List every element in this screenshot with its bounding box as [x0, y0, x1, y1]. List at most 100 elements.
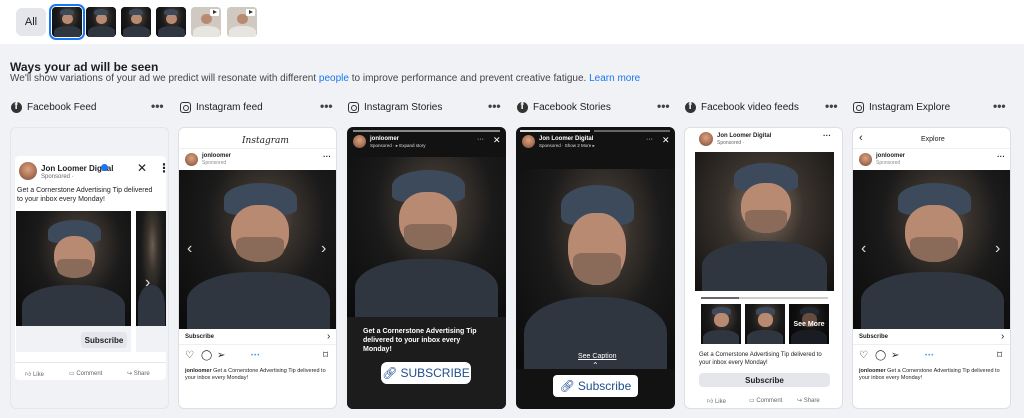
placement-header-instagram-explore: Instagram Explore [853, 99, 950, 115]
story-meta: Sponsored · Show 2 More ▸ [539, 143, 595, 148]
divider [853, 344, 1010, 345]
subscribe-label: SUBSCRIBE [400, 366, 470, 380]
close-icon[interactable]: ✕ [493, 135, 501, 146]
learn-more-link[interactable]: Learn more [589, 73, 640, 84]
subscribe-button[interactable]: 🔗︎ Subscribe [553, 375, 638, 397]
video-progress-fill [701, 297, 739, 299]
preview-instagram-stories[interactable]: jonloomer Sponsored · ▸ Expand story ···… [347, 127, 506, 409]
verified-badge-icon [101, 164, 108, 171]
subscribe-label: Subscribe [577, 379, 632, 393]
comment-button[interactable]: ▭ Comment [749, 397, 782, 404]
creative-thumbnail-3[interactable] [121, 7, 151, 37]
more-options-icon[interactable]: ··· [823, 131, 831, 140]
story-image [347, 157, 506, 317]
more-options-icon[interactable]: ••• [825, 99, 838, 113]
like-button[interactable]: 👍︎ Like [707, 397, 726, 405]
page-name[interactable]: Jon Loomer Digital [717, 133, 771, 139]
more-vertical-icon[interactable]: ⋮ [158, 161, 168, 175]
more-options-icon[interactable]: ••• [993, 99, 1006, 113]
carousel-next-icon[interactable]: › [145, 274, 150, 292]
carousel-image-2 [136, 211, 166, 326]
chevron-up-icon[interactable]: ⌃ [592, 361, 599, 370]
share-button[interactable]: ↪ Share [797, 397, 820, 404]
chevron-right-icon[interactable]: › [1001, 331, 1004, 342]
story-text: Get a Cornerstone Advertising Tip delive… [363, 328, 477, 353]
carousel-prev-icon[interactable]: ‹ [861, 240, 866, 258]
handle[interactable]: jonloomer [876, 153, 905, 159]
handle[interactable]: jonloomer [370, 136, 399, 142]
placement-header-facebook-video-feeds: Facebook video feeds [685, 99, 799, 115]
cta-label[interactable]: Subscribe [859, 334, 888, 340]
placement-label: Facebook Stories [533, 101, 611, 113]
carousel-prev-icon[interactable]: ‹ [187, 240, 192, 258]
placement-label: Instagram Stories [364, 101, 443, 113]
subscribe-button[interactable]: 🔗︎ SUBSCRIBE [381, 362, 471, 384]
creative-thumbnail-2[interactable] [86, 7, 116, 37]
more-options-icon[interactable]: ··· [646, 136, 653, 143]
carousel-next-icon[interactable]: › [995, 240, 1000, 258]
comment-icon[interactable]: ◯ [875, 350, 886, 361]
carousel-dots: ••• [251, 353, 261, 359]
video-text: Get a Cornerstone Advertising Tip delive… [699, 352, 822, 366]
see-more-overlay[interactable]: See More [789, 304, 829, 344]
creative-thumbnail-4[interactable] [156, 7, 186, 37]
filter-all-button[interactable]: All [16, 8, 46, 36]
back-icon[interactable]: ‹ [859, 132, 863, 144]
heart-icon[interactable]: ♡ [185, 350, 194, 361]
carousel-next-icon[interactable]: › [321, 240, 326, 258]
preview-facebook-feed[interactable]: Jon Loomer Digital Sponsored · ✕ ⋮ Get a… [10, 127, 169, 409]
facebook-icon [11, 101, 22, 113]
heart-icon[interactable]: ♡ [859, 350, 868, 361]
placement-label: Instagram Explore [869, 101, 951, 113]
send-icon[interactable]: ➢ [217, 350, 225, 361]
more-options-icon[interactable]: ··· [997, 152, 1005, 161]
send-icon[interactable]: ➢ [891, 350, 899, 361]
preview-facebook-video-feeds[interactable]: Jon Loomer Digital Sponsored · ··· See M… [684, 127, 843, 409]
close-icon[interactable]: ✕ [137, 161, 147, 175]
comment-button[interactable]: ▭ Comment [69, 370, 102, 377]
preview-instagram-feed[interactable]: Instagram jonloomer Sponsored ··· ‹ › Su… [178, 127, 337, 409]
comment-icon[interactable]: ◯ [201, 350, 212, 361]
sponsored-label: Sponsored · [717, 140, 745, 146]
subscribe-button[interactable]: Subscribe [699, 373, 830, 387]
creative-filter-bar: All [0, 0, 1024, 44]
see-caption-link[interactable]: See Caption [578, 353, 617, 360]
primary-text: Get a Cornerstone Advertising Tip delive… [17, 187, 153, 203]
preview-facebook-stories[interactable]: Jon Loomer Digital Sponsored · Show 2 Mo… [516, 127, 675, 409]
video-thumb-1[interactable] [701, 304, 741, 344]
creative-thumbnail-1[interactable] [49, 4, 85, 40]
instagram-icon [180, 101, 191, 113]
bookmark-icon[interactable]: ⌑ [323, 350, 328, 361]
creative-thumbnail-5[interactable] [191, 7, 221, 37]
more-options-icon[interactable]: ••• [657, 99, 670, 113]
more-options-icon[interactable]: ••• [320, 99, 333, 113]
sponsored-label: Sponsored · [41, 174, 74, 180]
page-name[interactable]: Jon Loomer Digital [539, 136, 593, 142]
more-options-icon[interactable]: ··· [477, 136, 484, 143]
video-thumb-2[interactable] [745, 304, 785, 344]
like-button[interactable]: 👍︎ Like [25, 370, 44, 378]
caption-handle: jonloomer [185, 368, 212, 374]
close-icon[interactable]: ✕ [662, 135, 670, 146]
divider [853, 148, 1010, 149]
instagram-icon [348, 101, 359, 113]
post-image [853, 170, 1010, 329]
more-options-icon[interactable]: ••• [151, 99, 164, 113]
ways-desc-text: We'll show variations of your ad we pred… [10, 73, 317, 84]
subscribe-button[interactable]: Subscribe [81, 332, 127, 348]
chevron-right-icon[interactable]: › [327, 331, 330, 342]
comment-label: Comment [756, 398, 783, 404]
bookmark-icon[interactable]: ⌑ [997, 350, 1002, 361]
share-button[interactable]: ↪ Share [127, 370, 150, 377]
preview-instagram-explore[interactable]: ‹ Explore jonloomer Sponsored ··· ‹ › Su… [852, 127, 1011, 409]
creative-thumbnail-6[interactable] [227, 7, 257, 37]
handle[interactable]: jonloomer [202, 153, 231, 159]
people-link[interactable]: people [319, 73, 349, 84]
more-options-icon[interactable]: ••• [488, 99, 501, 113]
more-options-icon[interactable]: ··· [323, 152, 331, 161]
caption-handle: jonloomer [859, 368, 886, 374]
cta-label[interactable]: Subscribe [185, 334, 214, 340]
link-icon: 🔗︎ [382, 366, 398, 380]
ways-desc-text-2: to improve performance and prevent creat… [351, 73, 587, 84]
video-image [695, 152, 834, 291]
